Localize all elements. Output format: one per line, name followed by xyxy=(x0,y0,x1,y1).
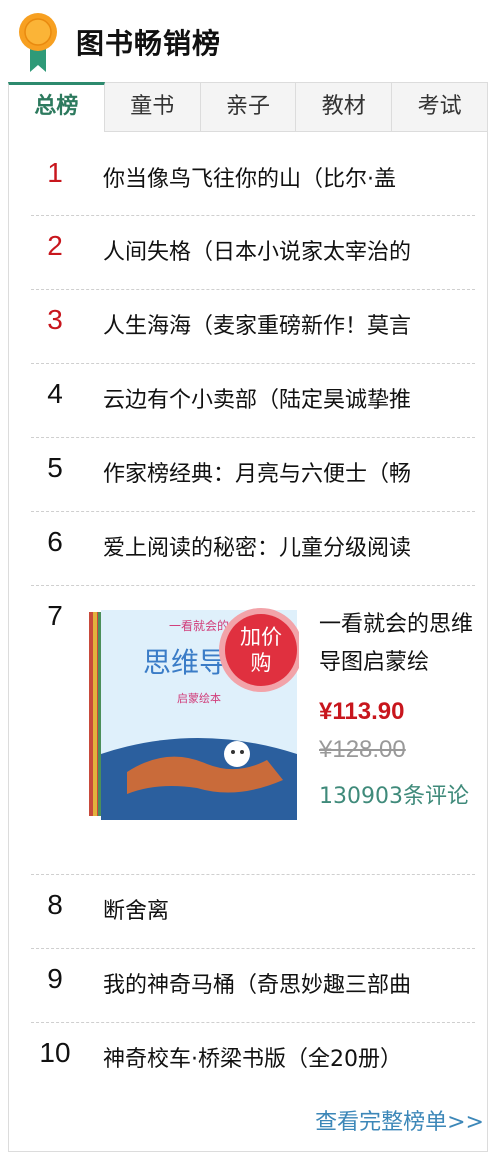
medal-icon xyxy=(19,13,57,72)
original-price: ¥128.00 xyxy=(319,736,406,763)
book-title[interactable]: 作家榜经典：月亮与六便士（畅 xyxy=(103,456,475,488)
featured-list-item[interactable]: 7 一看就会的 思维导图 启蒙绘本 加价 购 一看就会的思维导图启蒙绘 ¥113… xyxy=(31,586,475,875)
rank-number: 9 xyxy=(47,963,63,994)
tab-exams[interactable]: 考试 xyxy=(392,82,488,132)
list-item[interactable]: 6 爱上阅读的秘密：儿童分级阅读 xyxy=(31,512,475,586)
book-title[interactable]: 人生海海（麦家重磅新作！莫言 xyxy=(103,308,475,340)
category-tabs: 总榜 童书 亲子 教材 考试 xyxy=(8,82,488,132)
rank-number: 5 xyxy=(47,452,63,483)
tab-parenting[interactable]: 亲子 xyxy=(200,82,297,132)
book-title[interactable]: 云边有个小卖部（陆定昊诚挚推 xyxy=(103,382,475,414)
book-title[interactable]: 神奇校车·桥梁书版（全20册） xyxy=(103,1041,475,1073)
rank-number: 4 xyxy=(47,378,63,409)
tab-overall[interactable]: 总榜 xyxy=(8,82,105,132)
rank-number: 8 xyxy=(47,889,63,920)
ranking-list: 1 你当像鸟飞往你的山（比尔·盖 2 人间失格（日本小说家太宰治的 3 人生海海… xyxy=(8,131,488,1152)
cover-top-text: 一看就会的 xyxy=(169,618,229,633)
list-item[interactable]: 8 断舍离 xyxy=(31,875,475,949)
book-title[interactable]: 一看就会的思维导图启蒙绘 xyxy=(319,606,475,682)
list-item[interactable]: 3 人生海海（麦家重磅新作！莫言 xyxy=(31,290,475,364)
list-item[interactable]: 5 作家榜经典：月亮与六便士（畅 xyxy=(31,438,475,512)
header: 图书畅销榜 xyxy=(0,0,502,82)
book-title[interactable]: 我的神奇马桶（奇思妙趣三部曲 xyxy=(103,967,475,999)
list-item[interactable]: 9 我的神奇马桶（奇思妙趣三部曲 xyxy=(31,949,475,1023)
tab-textbooks[interactable]: 教材 xyxy=(296,82,393,132)
list-item[interactable]: 10 神奇校车·桥梁书版（全20册） xyxy=(31,1023,475,1097)
book-title[interactable]: 断舍离 xyxy=(103,893,475,925)
book-title[interactable]: 爱上阅读的秘密：儿童分级阅读 xyxy=(103,530,475,562)
current-price: ¥113.90 xyxy=(319,698,405,725)
review-count[interactable]: 130903条评论 xyxy=(319,780,469,814)
list-item[interactable]: 1 你当像鸟飞往你的山（比尔·盖 xyxy=(31,143,475,216)
book-title[interactable]: 人间失格（日本小说家太宰治的 xyxy=(103,234,475,266)
promo-badge-line2: 购 xyxy=(251,651,272,675)
rank-number: 2 xyxy=(47,230,63,261)
rank-number: 1 xyxy=(47,157,63,188)
list-item[interactable]: 4 云边有个小卖部（陆定昊诚挚推 xyxy=(31,364,475,438)
promo-badge-line1: 加价 xyxy=(240,625,282,649)
cover-subtitle-text: 启蒙绘本 xyxy=(177,691,221,705)
page-title: 图书畅销榜 xyxy=(76,27,222,60)
tab-children[interactable]: 童书 xyxy=(104,82,201,132)
rank-number: 7 xyxy=(47,600,63,631)
rank-number: 10 xyxy=(39,1037,71,1068)
list-item[interactable]: 2 人间失格（日本小说家太宰治的 xyxy=(31,216,475,290)
book-cover-image[interactable]: 一看就会的 思维导图 启蒙绘本 加价 购 xyxy=(87,604,299,834)
view-full-list-link[interactable]: 查看完整榜单>> xyxy=(315,1104,484,1136)
rank-number: 6 xyxy=(47,526,63,557)
book-title[interactable]: 你当像鸟飞往你的山（比尔·盖 xyxy=(103,161,475,193)
rank-number: 3 xyxy=(47,304,63,335)
